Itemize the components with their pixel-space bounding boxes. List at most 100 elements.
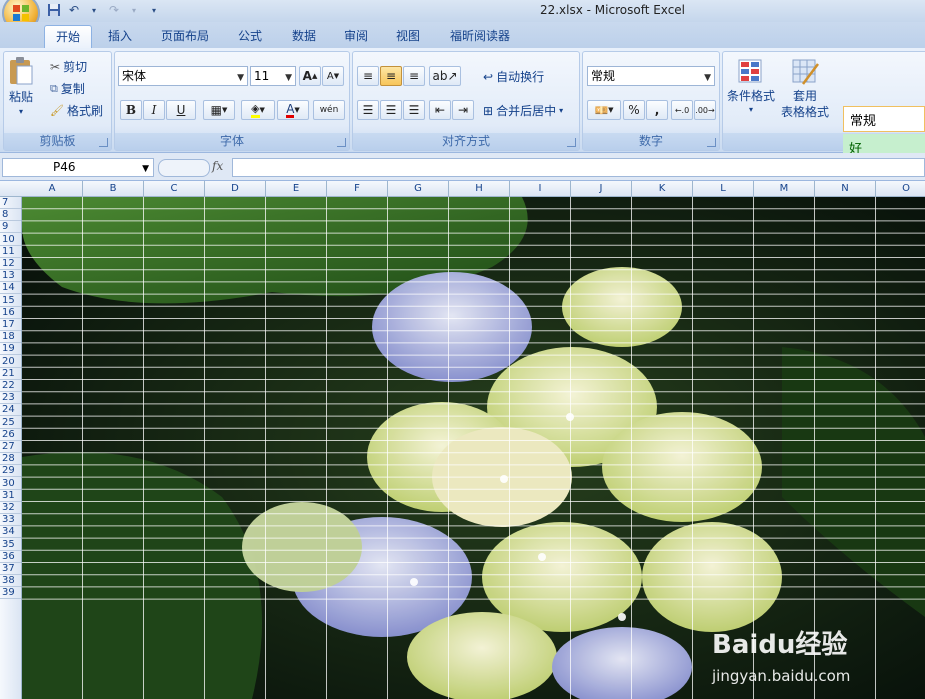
- conditional-format-button[interactable]: 条件格式 ▾: [727, 58, 775, 114]
- paste-button[interactable]: 粘贴 ▾: [8, 56, 34, 116]
- row-header[interactable]: 18: [0, 331, 21, 344]
- phonetic-button[interactable]: wén: [313, 100, 345, 120]
- underline-button[interactable]: U: [166, 100, 196, 120]
- row-header[interactable]: 30: [0, 478, 21, 490]
- cell-style-normal[interactable]: 常规: [843, 106, 925, 132]
- italic-button[interactable]: I: [143, 100, 165, 120]
- row-header[interactable]: 27: [0, 441, 21, 453]
- insert-function-button[interactable]: fx: [212, 159, 223, 173]
- cut-button[interactable]: ✂ 剪切: [50, 58, 87, 75]
- wrap-text-button[interactable]: ↩ 自动换行: [483, 68, 544, 85]
- decrease-decimal-button[interactable]: .00→: [694, 100, 716, 120]
- align-bottom-button[interactable]: ≡: [403, 66, 425, 86]
- comma-button[interactable]: ,: [646, 100, 668, 120]
- row-header[interactable]: 33: [0, 514, 21, 527]
- column-header[interactable]: E: [266, 181, 327, 196]
- format-painter-button[interactable]: 🖌 格式刷: [50, 102, 103, 119]
- row-header[interactable]: 32: [0, 502, 21, 514]
- row-header[interactable]: 7: [0, 197, 21, 209]
- row-header[interactable]: 31: [0, 490, 21, 502]
- tab-data[interactable]: 数据: [280, 25, 328, 48]
- row-header[interactable]: 25: [0, 417, 21, 429]
- row-header[interactable]: 37: [0, 563, 21, 575]
- alignment-launcher-icon[interactable]: [567, 138, 576, 147]
- align-left-button[interactable]: ☰: [357, 100, 379, 120]
- row-header[interactable]: 10: [0, 234, 21, 246]
- font-color-button[interactable]: A ▼: [277, 100, 309, 120]
- row-header[interactable]: 12: [0, 258, 21, 270]
- shrink-font-button[interactable]: A ▼: [322, 66, 344, 86]
- column-header[interactable]: F: [327, 181, 388, 196]
- align-right-button[interactable]: ☰: [403, 100, 425, 120]
- row-header[interactable]: 34: [0, 526, 21, 539]
- align-top-button[interactable]: ≡: [357, 66, 379, 86]
- clipboard-launcher-icon[interactable]: [99, 138, 108, 147]
- accounting-format-button[interactable]: 💴 ▼: [587, 100, 621, 120]
- number-launcher-icon[interactable]: [707, 138, 716, 147]
- tab-insert[interactable]: 插入: [98, 25, 142, 48]
- decrease-indent-button[interactable]: ⇤: [429, 100, 451, 120]
- column-header[interactable]: O: [876, 181, 925, 196]
- sheet-canvas[interactable]: Baidu经验 jingyan.baidu.com: [22, 197, 925, 699]
- font-size-select[interactable]: 11 ▼: [250, 66, 296, 86]
- format-as-table-button[interactable]: 套用 表格格式: [781, 58, 829, 120]
- align-middle-button[interactable]: ≡: [380, 66, 402, 86]
- row-header[interactable]: 17: [0, 319, 21, 331]
- column-header[interactable]: C: [144, 181, 205, 196]
- merge-center-button[interactable]: ⊞ 合并后居中 ▾: [483, 102, 563, 119]
- tab-review[interactable]: 审阅: [334, 25, 378, 48]
- row-header[interactable]: 26: [0, 429, 21, 441]
- row-header[interactable]: 20: [0, 356, 21, 368]
- column-header[interactable]: M: [754, 181, 815, 196]
- row-header[interactable]: 15: [0, 295, 21, 307]
- row-header[interactable]: 11: [0, 246, 21, 258]
- column-header[interactable]: J: [571, 181, 632, 196]
- column-header[interactable]: D: [205, 181, 266, 196]
- row-header[interactable]: 24: [0, 404, 21, 417]
- row-header[interactable]: 29: [0, 465, 21, 478]
- tab-page-layout[interactable]: 页面布局: [152, 25, 218, 48]
- row-header[interactable]: 23: [0, 392, 21, 405]
- tab-view[interactable]: 视图: [386, 25, 430, 48]
- font-name-select[interactable]: 宋体 ▼: [118, 66, 248, 86]
- tab-foxit-reader[interactable]: 福昕阅读器: [440, 25, 520, 48]
- column-header[interactable]: I: [510, 181, 571, 196]
- row-header[interactable]: 35: [0, 539, 21, 551]
- column-header[interactable]: N: [815, 181, 876, 196]
- tab-formulas[interactable]: 公式: [226, 25, 274, 48]
- number-format-select[interactable]: 常规 ▼: [587, 66, 715, 86]
- row-header[interactable]: 19: [0, 343, 21, 356]
- bold-button[interactable]: B: [120, 100, 142, 120]
- column-header[interactable]: A: [22, 181, 83, 196]
- borders-button[interactable]: ▦ ▼: [203, 100, 235, 120]
- align-center-button[interactable]: ☰: [380, 100, 402, 120]
- percent-button[interactable]: %: [623, 100, 645, 120]
- increase-decimal-button[interactable]: ←.0: [671, 100, 693, 120]
- row-header[interactable]: 21: [0, 368, 21, 380]
- row-header[interactable]: 8: [0, 209, 21, 222]
- row-header[interactable]: 9: [0, 221, 21, 234]
- orientation-button[interactable]: ab↗: [429, 66, 461, 86]
- column-header[interactable]: B: [83, 181, 144, 196]
- column-header[interactable]: L: [693, 181, 754, 196]
- row-header[interactable]: 14: [0, 282, 21, 295]
- column-header[interactable]: G: [388, 181, 449, 196]
- column-header[interactable]: K: [632, 181, 693, 196]
- row-header[interactable]: 16: [0, 307, 21, 319]
- font-launcher-icon[interactable]: [337, 138, 346, 147]
- row-header[interactable]: 38: [0, 575, 21, 588]
- tab-home[interactable]: 开始: [44, 25, 92, 49]
- copy-button[interactable]: ⧉ 复制: [50, 80, 85, 97]
- row-header[interactable]: 13: [0, 270, 21, 283]
- row-header[interactable]: 36: [0, 551, 21, 563]
- name-box[interactable]: P46 ▼: [2, 158, 154, 177]
- row-header[interactable]: 22: [0, 380, 21, 392]
- row-header[interactable]: 39: [0, 587, 21, 600]
- fill-color-button[interactable]: ◈ ▼: [241, 100, 275, 120]
- row-header[interactable]: 28: [0, 453, 21, 466]
- column-header[interactable]: H: [449, 181, 510, 196]
- formula-bar-expander[interactable]: [158, 159, 210, 177]
- increase-indent-button[interactable]: ⇥: [452, 100, 474, 120]
- grow-font-button[interactable]: A ▲: [299, 66, 321, 86]
- formula-input[interactable]: [232, 158, 925, 177]
